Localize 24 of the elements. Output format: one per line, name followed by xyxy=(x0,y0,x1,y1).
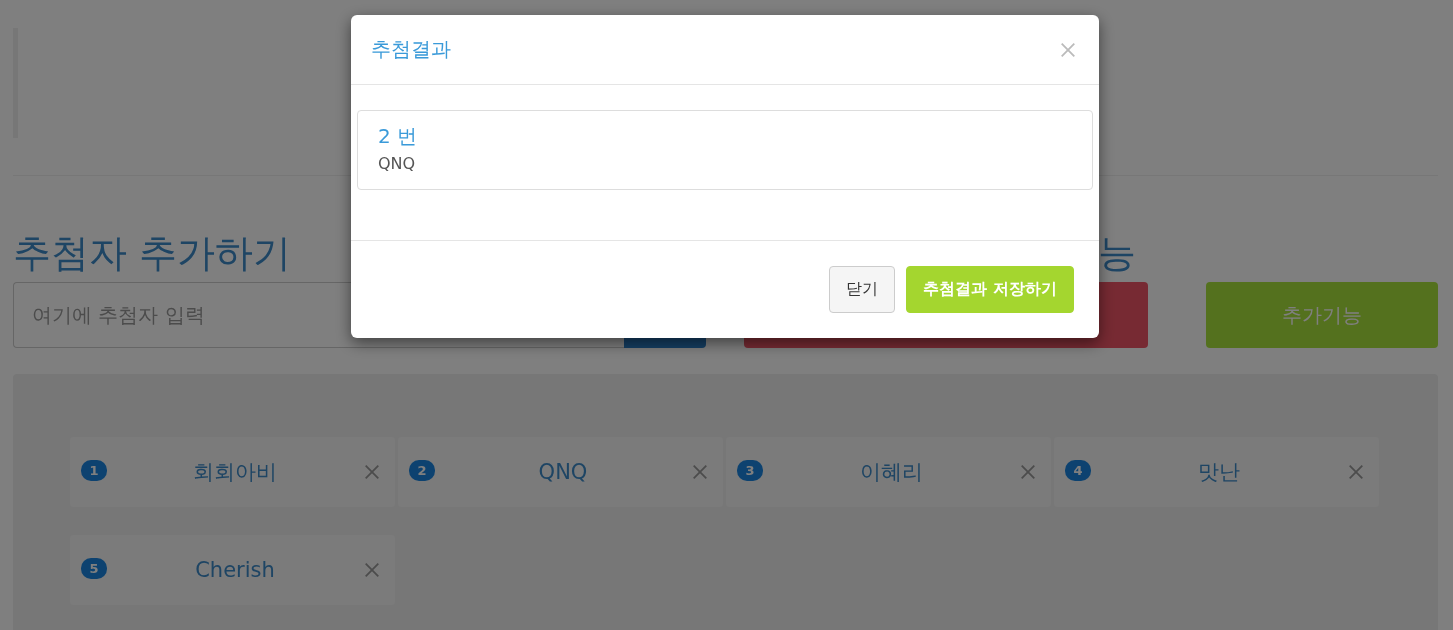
dialog-title: 추첨결과 xyxy=(371,36,451,63)
number-badge: 1 xyxy=(81,459,107,481)
remove-icon[interactable] xyxy=(1019,463,1037,481)
page-heading: 추첨자 추가하기 xyxy=(13,229,293,277)
entrant-name: 맛난 xyxy=(1197,459,1241,486)
result-name: QNQ xyxy=(378,154,417,173)
entrant-name: 이혜리 xyxy=(858,459,924,486)
extra-feature-button[interactable]: 추가기능 xyxy=(1206,282,1438,348)
remove-icon[interactable] xyxy=(691,463,709,481)
number-badge: 3 xyxy=(737,459,763,481)
remove-icon[interactable] xyxy=(363,463,381,481)
save-result-button[interactable]: 추첨결과 저장하기 xyxy=(906,266,1074,313)
close-icon[interactable] xyxy=(1059,40,1077,59)
number-badge: 5 xyxy=(81,557,107,579)
section-heading: 능 xyxy=(1097,229,1136,277)
close-button[interactable]: 닫기 xyxy=(829,266,896,313)
number-badge: 4 xyxy=(1065,459,1091,481)
result-number: 2 번 xyxy=(378,123,419,150)
entrant-name: 회회아비 xyxy=(192,459,278,486)
remove-icon[interactable] xyxy=(1347,463,1365,481)
number-badge: 2 xyxy=(409,459,435,481)
entrant-name: Cherish xyxy=(194,558,276,582)
entrant-name: QNQ xyxy=(537,460,589,484)
remove-icon[interactable] xyxy=(363,561,381,579)
